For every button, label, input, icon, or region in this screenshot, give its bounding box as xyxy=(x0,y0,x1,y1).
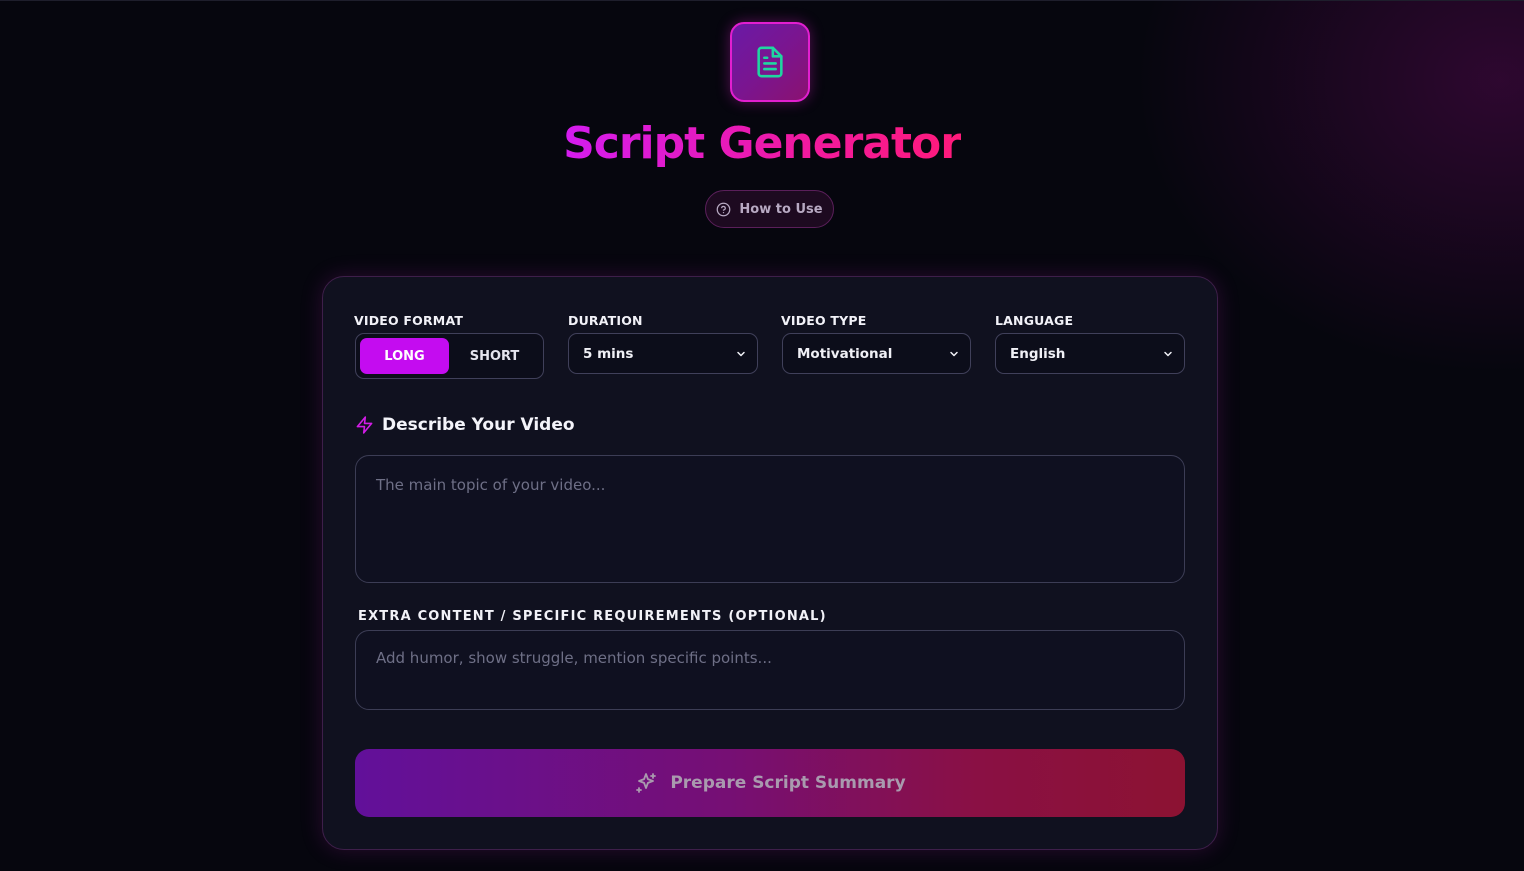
app-logo xyxy=(730,22,810,102)
sparkles-icon xyxy=(636,773,657,793)
extra-content-label: EXTRA CONTENT / SPECIFIC REQUIREMENTS (O… xyxy=(358,609,827,624)
duration-select[interactable]: 5 mins xyxy=(568,333,758,374)
chevron-down-icon xyxy=(1164,351,1172,356)
document-icon xyxy=(757,46,783,78)
lightning-icon xyxy=(356,416,373,434)
page-title-text: Script Generator xyxy=(563,118,962,169)
video-description-placeholder: The main topic of your video... xyxy=(376,476,606,494)
format-long-option[interactable]: LONG xyxy=(360,338,449,374)
language-select[interactable]: English xyxy=(995,333,1185,374)
format-short-option[interactable]: SHORT xyxy=(450,338,539,374)
chevron-down-icon xyxy=(737,351,745,356)
how-to-use-label: How to Use xyxy=(739,201,823,217)
prepare-script-summary-button[interactable]: Prepare Script Summary xyxy=(355,749,1185,817)
top-border xyxy=(0,0,1524,1)
duration-label: DURATION xyxy=(568,313,643,328)
prepare-script-summary-label: Prepare Script Summary xyxy=(670,773,906,793)
describe-heading-text: Describe Your Video xyxy=(382,415,575,435)
video-format-label: VIDEO FORMAT xyxy=(354,313,464,328)
language-label: LANGUAGE xyxy=(995,313,1074,328)
video-description-textarea[interactable]: The main topic of your video... xyxy=(355,455,1185,583)
chevron-down-icon xyxy=(950,351,958,356)
video-type-value: Motivational xyxy=(797,345,893,362)
extra-content-placeholder: Add humor, show struggle, mention specif… xyxy=(376,649,772,667)
video-format-toggle: LONG SHORT xyxy=(355,333,544,379)
help-circle-icon xyxy=(717,202,731,216)
language-value: English xyxy=(1010,345,1066,362)
video-type-select[interactable]: Motivational xyxy=(782,333,971,374)
page-title: Script Generator xyxy=(0,118,1524,169)
extra-content-textarea[interactable]: Add humor, show struggle, mention specif… xyxy=(355,630,1185,710)
how-to-use-button[interactable]: How to Use xyxy=(705,190,834,228)
video-type-label: VIDEO TYPE xyxy=(781,313,867,328)
describe-heading: Describe Your Video xyxy=(355,412,575,438)
duration-value: 5 mins xyxy=(583,345,634,362)
